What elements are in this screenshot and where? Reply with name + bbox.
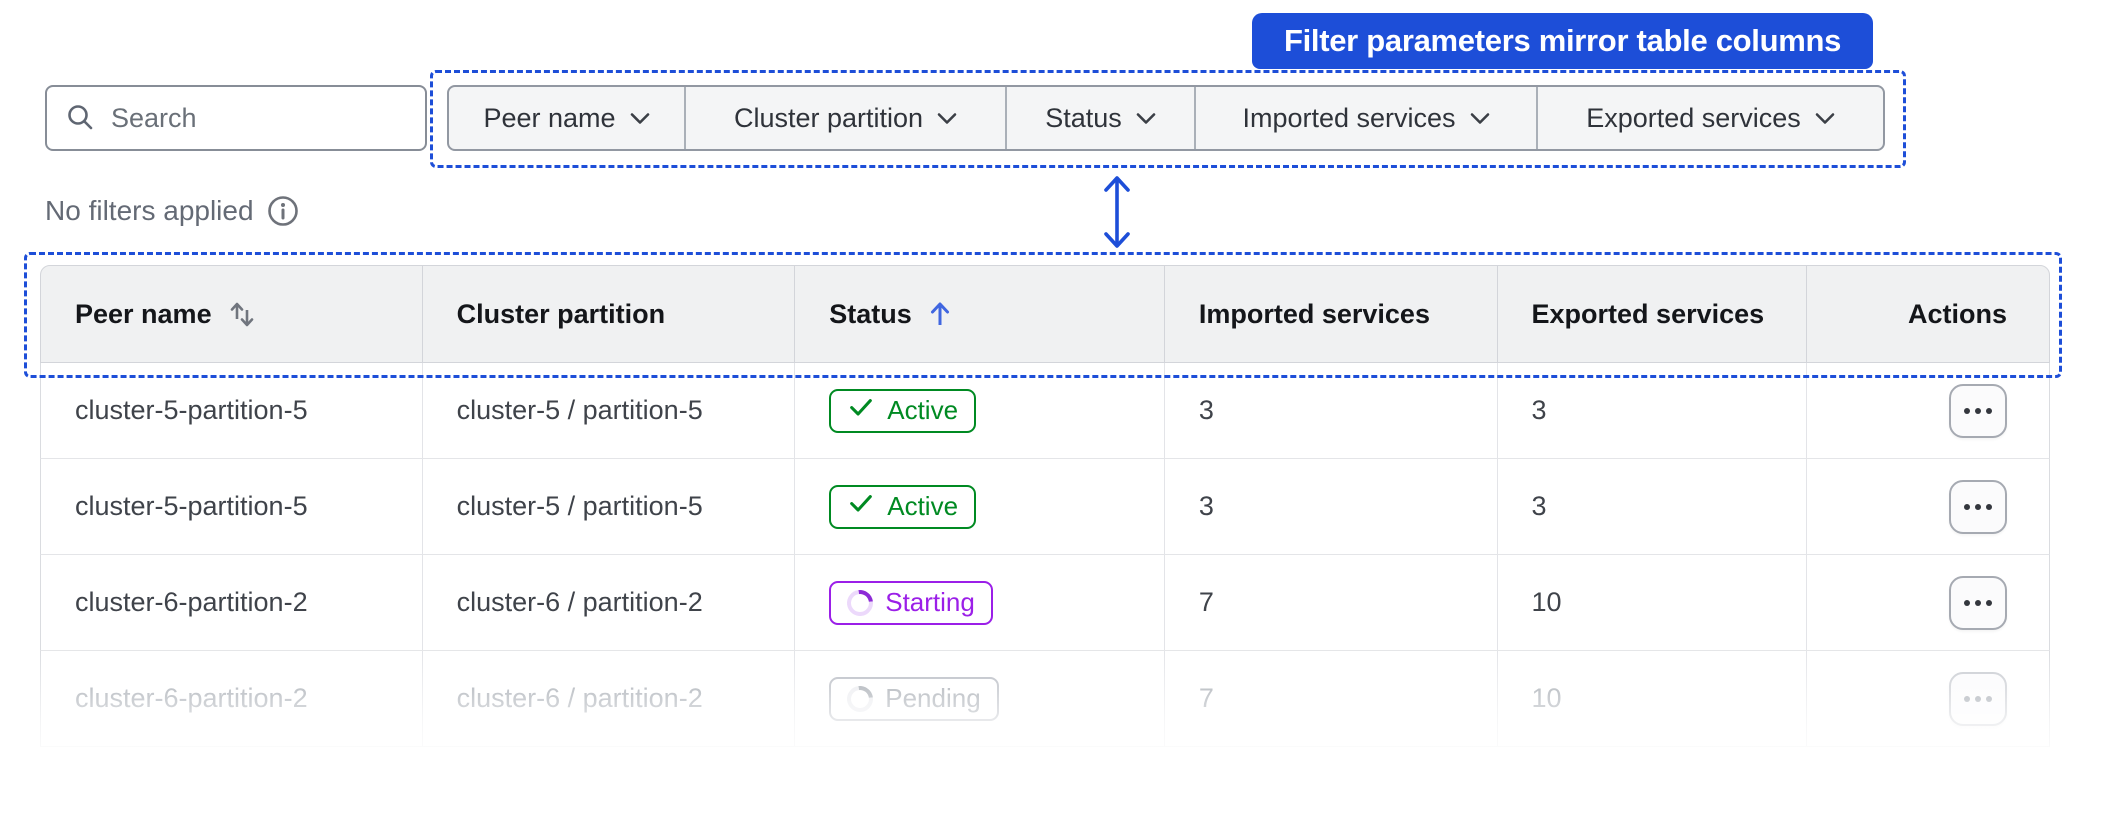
- spinner-icon: [841, 680, 879, 717]
- spinner-icon: [841, 584, 879, 621]
- exported-services-cell: 10: [1496, 555, 1807, 650]
- actions-cell: [1806, 555, 2049, 650]
- actions-cell: [1806, 363, 2049, 458]
- imported-services-cell: 7: [1163, 651, 1497, 746]
- status-cell: Active: [794, 459, 1164, 554]
- check-icon: [847, 489, 875, 524]
- peer-name-cell: cluster-5-partition-5: [75, 395, 308, 425]
- actions-cell: [1806, 651, 2049, 746]
- filter-dropdown-imported-services[interactable]: Imported services: [1194, 87, 1536, 149]
- chevron-down-icon: [937, 112, 957, 125]
- check-icon: [847, 393, 875, 428]
- table-row: cluster-5-partition-5 cluster-5 / partit…: [40, 459, 2050, 555]
- callout-banner: Filter parameters mirror table columns: [1252, 13, 1873, 69]
- filter-dropdown-status[interactable]: Status: [1005, 87, 1194, 149]
- cluster-partition-cell: cluster-5 / partition-5: [421, 459, 795, 554]
- vertical-double-arrow-icon: [1097, 172, 1137, 257]
- filter-dropdown-exported-services[interactable]: Exported services: [1536, 87, 1883, 149]
- status-label: Active: [887, 491, 959, 521]
- filter-status-text: No filters applied: [45, 195, 254, 226]
- ellipsis-icon: [1964, 407, 1992, 414]
- status-cell: Starting: [794, 555, 1164, 650]
- column-header-status[interactable]: Status: [794, 266, 1164, 362]
- info-icon[interactable]: [266, 194, 300, 228]
- exported-services-cell: 10: [1496, 651, 1807, 746]
- status-badge: Active: [829, 388, 977, 433]
- cluster-partition-cell: cluster-5 / partition-5: [421, 363, 795, 458]
- filter-dropdown-cluster-partition[interactable]: Cluster partition: [684, 87, 1005, 149]
- filter-label: Peer name: [483, 102, 616, 133]
- chevron-down-icon: [1136, 112, 1156, 125]
- filter-label: Status: [1045, 102, 1122, 133]
- table-row: cluster-6-partition-2 cluster-6 / partit…: [40, 555, 2050, 651]
- cluster-partition-cell: cluster-6 / partition-2: [421, 555, 795, 650]
- chevron-down-icon: [1815, 112, 1835, 125]
- exported-services-cell: 3: [1496, 363, 1807, 458]
- filter-label: Exported services: [1586, 102, 1801, 133]
- status-badge: Pending: [829, 676, 999, 721]
- status-cell: Pending: [794, 651, 1164, 746]
- ellipsis-icon: [1964, 599, 1992, 606]
- table-row: cluster-6-partition-2 cluster-6 / partit…: [40, 651, 2050, 747]
- column-header-peer-name[interactable]: Peer name: [41, 266, 422, 362]
- row-actions-button[interactable]: [1949, 671, 2007, 726]
- search-input[interactable]: [111, 102, 391, 134]
- filter-label: Cluster partition: [733, 102, 924, 133]
- actions-cell: [1806, 459, 2049, 554]
- column-label: Imported services: [1198, 298, 1430, 329]
- status-label: Active: [887, 395, 959, 425]
- sort-ascending-icon[interactable]: [928, 299, 952, 329]
- imported-services-cell: 7: [1163, 555, 1497, 650]
- filter-dropdown-peer-name[interactable]: Peer name: [449, 87, 684, 149]
- row-actions-button[interactable]: [1949, 479, 2007, 534]
- status-badge: Starting: [829, 580, 993, 625]
- column-header-exported-services[interactable]: Exported services: [1496, 266, 1807, 362]
- chevron-down-icon: [630, 112, 650, 125]
- sort-both-icon[interactable]: [228, 299, 256, 329]
- cluster-partition-cell: cluster-6 / partition-2: [421, 651, 795, 746]
- peer-name-cell: cluster-5-partition-5: [75, 491, 308, 521]
- filter-label: Imported services: [1242, 102, 1456, 133]
- peers-table: Peer name Cluster partition Status Impor…: [40, 265, 2050, 747]
- row-actions-button[interactable]: [1949, 575, 2007, 630]
- status-label: Pending: [885, 683, 981, 713]
- column-label: Peer name: [75, 298, 212, 329]
- ellipsis-icon: [1964, 695, 1992, 702]
- exported-services-cell: 3: [1496, 459, 1807, 554]
- status-cell: Active: [794, 363, 1164, 458]
- column-label: Exported services: [1531, 298, 1765, 329]
- column-header-cluster-partition[interactable]: Cluster partition: [421, 266, 795, 362]
- imported-services-cell: 3: [1163, 363, 1497, 458]
- row-actions-button[interactable]: [1949, 383, 2007, 438]
- peer-name-cell: cluster-6-partition-2: [75, 683, 308, 713]
- table-row: cluster-5-partition-5 cluster-5 / partit…: [40, 363, 2050, 459]
- status-label: Starting: [885, 587, 975, 617]
- imported-services-cell: 3: [1163, 459, 1497, 554]
- ellipsis-icon: [1964, 503, 1992, 510]
- table-header-row: Peer name Cluster partition Status Impor…: [40, 265, 2050, 363]
- search-box[interactable]: [45, 85, 427, 151]
- column-header-actions: Actions: [1806, 266, 2049, 362]
- peer-name-cell: cluster-6-partition-2: [75, 587, 308, 617]
- chevron-down-icon: [1470, 112, 1490, 125]
- column-label: Status: [829, 298, 912, 329]
- filter-status-line: No filters applied: [45, 194, 300, 228]
- search-icon: [65, 102, 97, 134]
- filter-bar: Peer name Cluster partition Status Impor…: [447, 85, 1885, 151]
- column-header-imported-services[interactable]: Imported services: [1163, 266, 1497, 362]
- status-badge: Active: [829, 484, 977, 529]
- column-label: Actions: [1907, 298, 2007, 329]
- column-label: Cluster partition: [456, 298, 666, 329]
